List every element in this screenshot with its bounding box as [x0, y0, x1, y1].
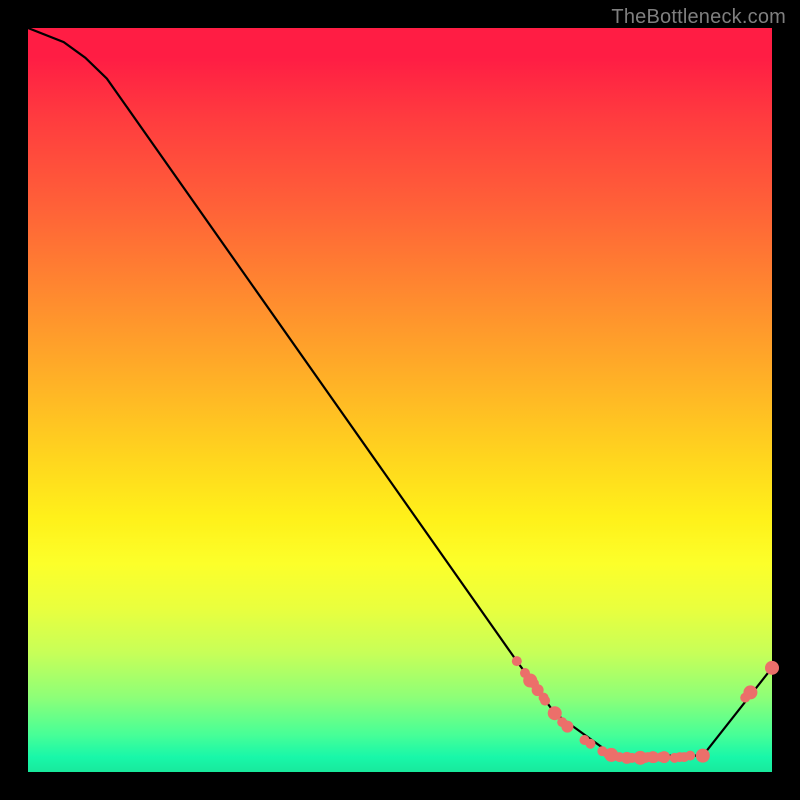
bottleneck-curve: [28, 28, 772, 756]
scatter-point: [765, 661, 779, 675]
scatter-point: [512, 656, 522, 666]
chart-overlay: [28, 28, 772, 772]
scatter-point: [696, 749, 710, 763]
scatter-point: [603, 749, 613, 759]
scatter-point: [743, 685, 757, 699]
scatter-point: [561, 721, 573, 733]
scatter-point: [685, 751, 695, 761]
chart-frame: TheBottleneck.com: [0, 0, 800, 800]
watermark-text: TheBottleneck.com: [611, 6, 786, 29]
scatter-point: [585, 739, 595, 749]
scatter-point: [658, 751, 670, 763]
scatter-point: [540, 696, 550, 706]
